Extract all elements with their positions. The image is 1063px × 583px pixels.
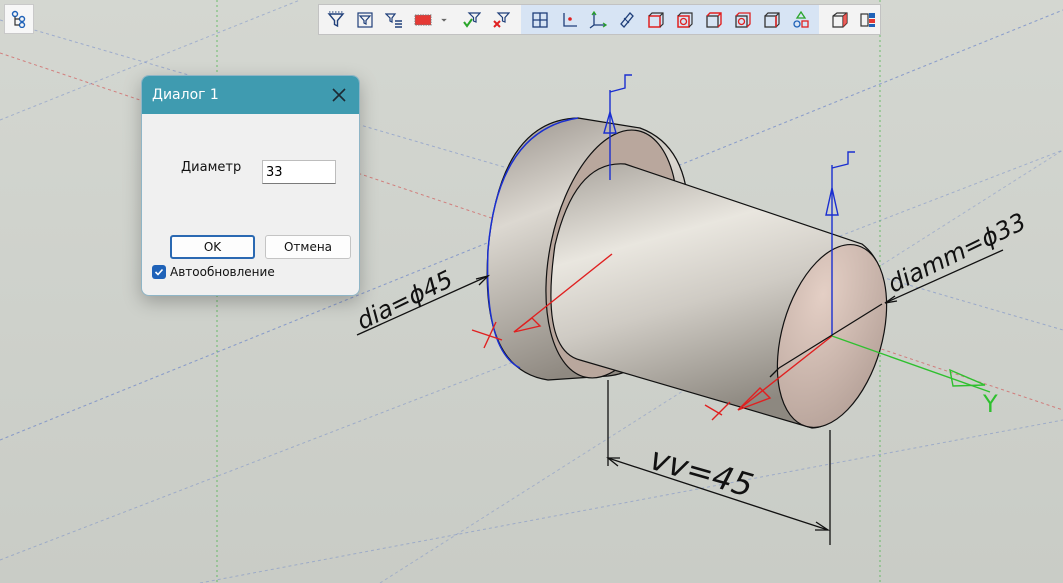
layers-button[interactable]: [854, 7, 883, 33]
filter-box-button[interactable]: [350, 7, 379, 33]
shapes-icon: [792, 10, 809, 28]
part-model[interactable]: [486, 117, 906, 440]
color-fill-icon: [414, 14, 431, 25]
axis-arrows-button[interactable]: [583, 7, 612, 33]
dimension-diamm-label[interactable]: diamm=ϕ33: [883, 208, 1030, 299]
dimension-length-label[interactable]: vv=45: [646, 439, 758, 505]
color-dropdown-button[interactable]: [437, 7, 451, 33]
axis-point-button[interactable]: [554, 7, 583, 33]
close-icon: [332, 88, 346, 102]
display-group: [825, 5, 883, 34]
filter-clear-icon: [492, 11, 510, 28]
auto-update-checkbox[interactable]: [152, 265, 166, 279]
grid-view-icon: [531, 11, 548, 28]
auto-update-row[interactable]: Автообновление: [152, 265, 275, 279]
filter-button[interactable]: [321, 7, 350, 33]
color-fill-button[interactable]: [408, 7, 437, 33]
solid-top-icon: [676, 11, 693, 28]
filter-list-button[interactable]: [379, 7, 408, 33]
axis-y-label: Y: [982, 390, 998, 418]
ok-button[interactable]: OK: [170, 235, 255, 259]
dialog-title: Диалог 1: [152, 87, 219, 103]
filter-apply-icon: [462, 11, 481, 28]
plane-icon: [619, 11, 634, 28]
cube-view-icon: [831, 11, 848, 28]
cube-view-button[interactable]: [825, 7, 854, 33]
solid-front-button[interactable]: [641, 7, 670, 33]
cancel-button[interactable]: Отмена: [265, 235, 351, 259]
layers-icon: [859, 12, 875, 27]
solid-shade-button[interactable]: [757, 7, 786, 33]
plane-button[interactable]: [612, 7, 641, 33]
checkmark-icon: [154, 268, 164, 276]
diameter-label: Диаметр: [181, 160, 242, 175]
tree-structure-icon: [11, 10, 26, 28]
solid-front-icon: [647, 11, 664, 28]
solid-iso-icon: [734, 11, 751, 28]
filter-list-icon: [384, 12, 402, 28]
grid-view-button[interactable]: [525, 7, 554, 33]
solid-side-icon: [705, 11, 722, 28]
diameter-input[interactable]: [262, 160, 336, 184]
parameter-dialog: Диалог 1 Диаметр OK Отмена Автообновлени…: [141, 75, 360, 296]
solid-side-button[interactable]: [699, 7, 728, 33]
shapes-button[interactable]: [786, 7, 815, 33]
axis-arrows-icon: [589, 10, 607, 29]
filter-group: [319, 5, 451, 34]
axis-point-icon: [562, 12, 577, 27]
dimension-dia-label[interactable]: dia=ϕ45: [352, 265, 457, 335]
dialog-close-button[interactable]: [329, 85, 349, 105]
filter-clear-button[interactable]: [486, 7, 515, 33]
view-toolbar: [318, 4, 881, 35]
filter-icon: [326, 11, 345, 27]
filter-apply-button[interactable]: [457, 7, 486, 33]
solid-shade-icon: [763, 11, 780, 28]
dropdown-arrow-icon: [441, 18, 447, 22]
solid-top-button[interactable]: [670, 7, 699, 33]
filter-box-icon: [356, 11, 373, 28]
model-tree-button[interactable]: [4, 4, 34, 34]
view-group: [521, 5, 819, 34]
solid-iso-button[interactable]: [728, 7, 757, 33]
apply-group: [457, 5, 515, 34]
auto-update-label: Автообновление: [170, 265, 275, 279]
dialog-titlebar[interactable]: Диалог 1: [142, 76, 359, 114]
